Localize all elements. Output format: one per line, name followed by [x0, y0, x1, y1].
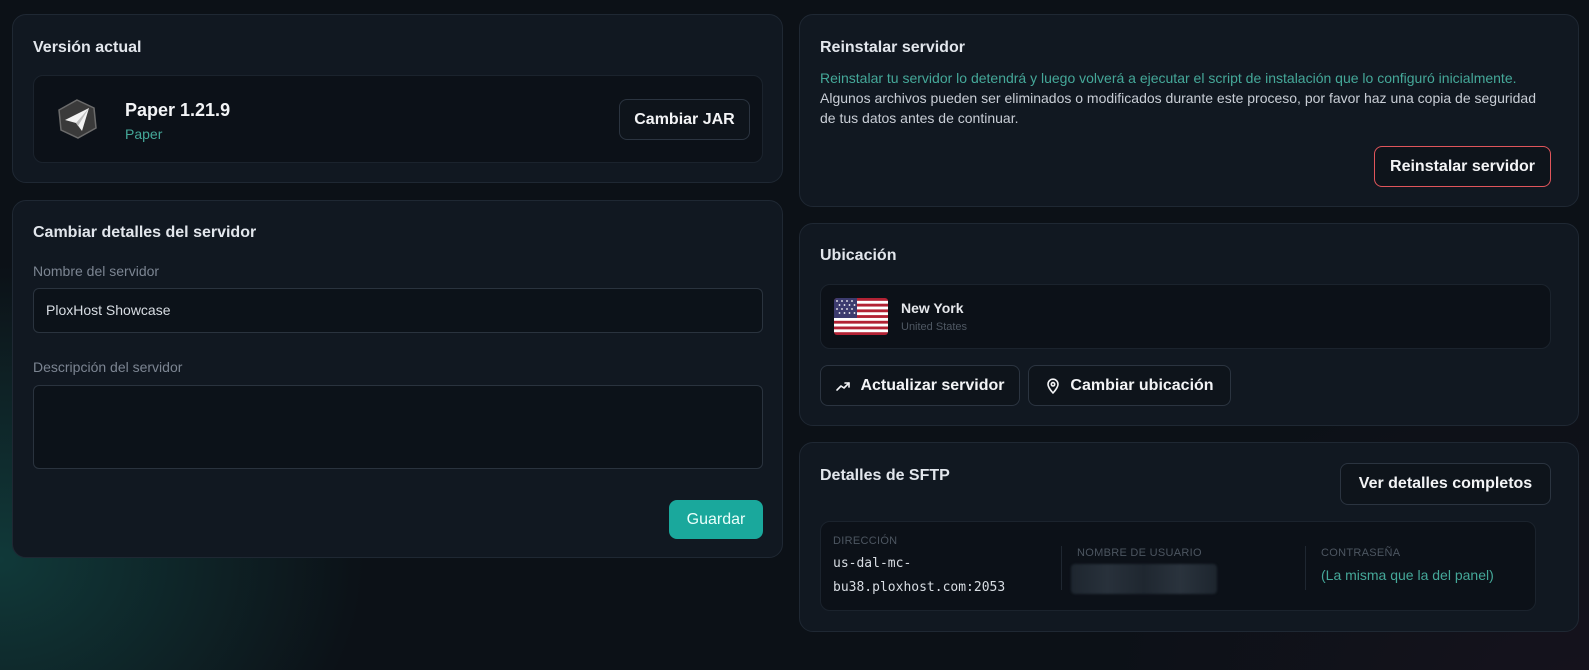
server-description-textarea[interactable]: [33, 385, 763, 469]
location-title: Ubicación: [820, 247, 897, 264]
update-server-label: Actualizar servidor: [860, 376, 1005, 394]
sftp-divider-1: [1061, 546, 1062, 590]
current-version-card: Versión actual Paper 1.21.9 Paper Cambia…: [12, 14, 783, 183]
sftp-username-blurred[interactable]: [1071, 564, 1217, 594]
sftp-address-line1[interactable]: us-dal-mc-: [833, 556, 911, 571]
update-server-button[interactable]: Actualizar servidor: [820, 365, 1020, 406]
paper-plane-logo-icon: [56, 98, 98, 140]
location-city: New York: [901, 300, 964, 316]
server-name-label: Nombre del servidor: [33, 263, 160, 279]
sftp-address-label: DIRECCIÓN: [833, 535, 898, 547]
map-pin-icon: [1045, 377, 1061, 394]
location-country: United States: [901, 321, 968, 333]
reinstall-warning-highlight: Reinstalar tu servidor lo detendrá y lue…: [820, 70, 1517, 86]
sftp-title: Detalles de SFTP: [820, 467, 950, 484]
reinstall-card: Reinstalar servidor Reinstalar tu servid…: [799, 14, 1579, 207]
reinstall-warning-rest: Algunos archivos pueden ser eliminados o…: [820, 90, 1536, 126]
server-details-title: Cambiar detalles del servidor: [33, 224, 257, 241]
sftp-password-label: CONTRASEÑA: [1321, 547, 1401, 559]
sftp-username-label: NOMBRE DE USUARIO: [1077, 547, 1202, 559]
reinstall-title: Reinstalar servidor: [820, 39, 965, 56]
server-name-input[interactable]: PloxHost Showcase: [33, 288, 763, 333]
view-full-details-button[interactable]: Ver detalles completos: [1340, 463, 1551, 505]
version-type: Paper: [125, 126, 163, 142]
version-name: Paper 1.21.9: [125, 100, 231, 120]
sftp-password-value: (La misma que la del panel): [1321, 567, 1494, 583]
server-description-label: Descripción del servidor: [33, 359, 183, 375]
sftp-inner-panel: DIRECCIÓN us-dal-mc- bu38.ploxhost.com:2…: [820, 521, 1536, 611]
reinstall-warning-text: Reinstalar tu servidor lo detendrá y lue…: [820, 68, 1555, 128]
location-card: Ubicación New York United States Actuali…: [799, 223, 1579, 426]
sftp-card: Detalles de SFTP Ver detalles completos …: [799, 442, 1579, 632]
current-version-title: Versión actual: [33, 39, 142, 56]
trending-up-icon: [835, 378, 851, 394]
change-jar-button[interactable]: Cambiar JAR: [619, 99, 750, 140]
change-location-button[interactable]: Cambiar ubicación: [1028, 365, 1231, 406]
us-flag-icon: [834, 298, 888, 335]
sftp-divider-2: [1305, 546, 1306, 590]
reinstall-server-button[interactable]: Reinstalar servidor: [1374, 146, 1551, 187]
change-location-label: Cambiar ubicación: [1070, 376, 1214, 394]
server-details-card: Cambiar detalles del servidor Nombre del…: [12, 200, 783, 558]
save-button[interactable]: Guardar: [669, 500, 763, 539]
location-inner-panel: New York United States: [820, 284, 1551, 349]
sftp-address-line2[interactable]: bu38.ploxhost.com:2053: [833, 580, 1005, 595]
version-inner-panel: Paper 1.21.9 Paper Cambiar JAR: [33, 75, 763, 163]
